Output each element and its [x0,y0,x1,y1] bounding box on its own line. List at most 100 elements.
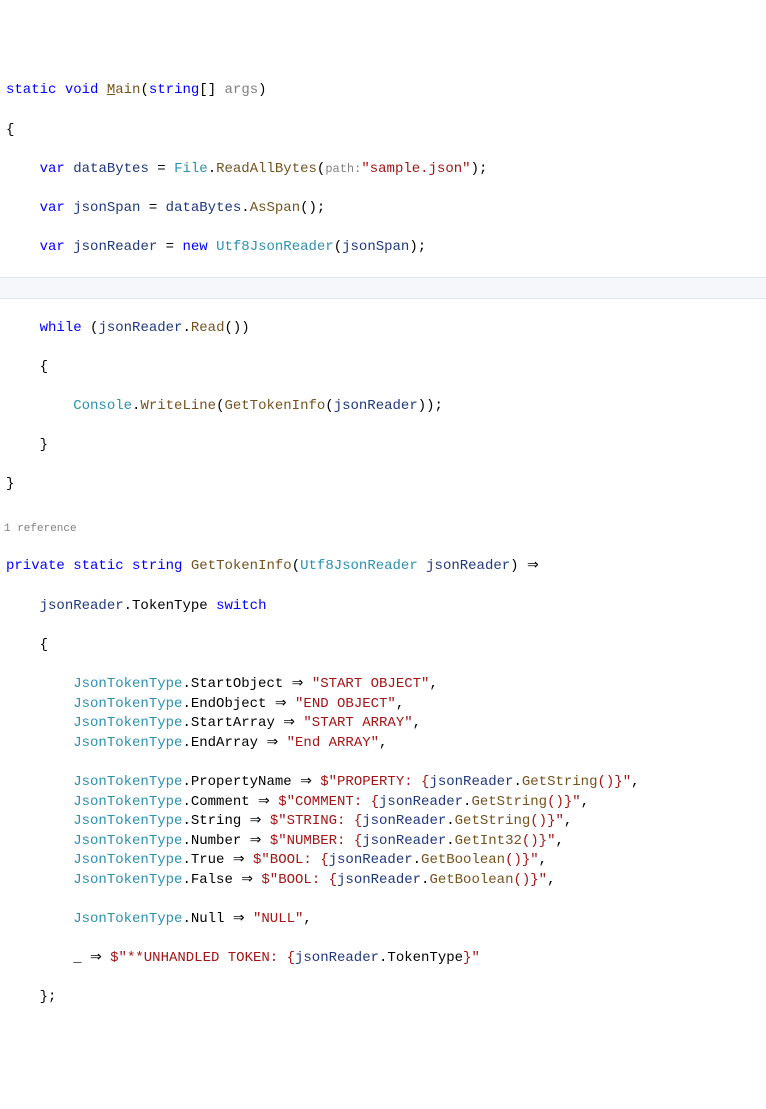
code-line[interactable]: JsonTokenType.Comment ⇒ $"COMMENT: {json… [0,793,766,813]
string-literal: "End ARRAY" [287,735,379,751]
type: Utf8JsonReader [300,558,418,574]
local-var: jsonReader [429,774,513,790]
code-line[interactable]: JsonTokenType.EndArray ⇒ "End ARRAY", [0,734,766,754]
string-literal: }" [463,950,480,966]
parameter: jsonReader [426,558,510,574]
enum-member: PropertyName [191,774,292,790]
method: GetString [455,813,531,829]
string-literal: $"STRING: { [270,813,362,829]
string-literal: ()}" [505,852,539,868]
local-var: jsonReader [73,239,157,255]
parameter: args [225,82,259,98]
method: GetTokenInfo [224,398,325,414]
local-var: jsonReader [40,598,124,614]
local-var: jsonSpan [73,200,140,216]
local-var: jsonSpan [342,239,409,255]
enum-member: Null [191,911,225,927]
code-line[interactable]: { [0,636,766,656]
code-line[interactable]: { [0,358,766,378]
code-line[interactable]: jsonReader.TokenType switch [0,597,766,617]
code-line[interactable]: JsonTokenType.StartArray ⇒ "START ARRAY"… [0,714,766,734]
method: AsSpan [250,200,300,216]
type: JsonTokenType [73,696,182,712]
string-literal: $"NUMBER: { [270,833,362,849]
code-line[interactable]: while (jsonReader.Read()) [0,319,766,339]
string-literal: ()}" [522,833,556,849]
code-line[interactable]: JsonTokenType.StartObject ⇒ "START OBJEC… [0,675,766,695]
local-var: jsonReader [98,320,182,336]
keyword: var [40,239,65,255]
method: ReadAllBytes [216,161,317,177]
method: GetBoolean [421,852,505,868]
code-line-current[interactable] [0,277,766,299]
enum-member: False [191,872,233,888]
method: GetBoolean [429,872,513,888]
type: JsonTokenType [73,676,182,692]
type: JsonTokenType [73,813,182,829]
local-var: dataBytes [73,161,149,177]
string-literal: "NULL" [253,911,303,927]
code-line[interactable]: JsonTokenType.EndObject ⇒ "END OBJECT", [0,695,766,715]
code-line[interactable]: var dataBytes = File.ReadAllBytes(path:"… [0,160,766,180]
code-line[interactable]: private static string GetTokenInfo(Utf8J… [0,557,766,577]
code-line[interactable]: { [0,121,766,141]
local-var: jsonReader [295,950,379,966]
string-literal: ()}" [547,794,581,810]
code-line[interactable]: var jsonSpan = dataBytes.AsSpan(); [0,199,766,219]
code-line[interactable]: JsonTokenType.True ⇒ $"BOOL: {jsonReader… [0,851,766,871]
code-line[interactable]: JsonTokenType.Number ⇒ $"NUMBER: {jsonRe… [0,832,766,852]
inline-hint: path: [325,162,361,176]
type: JsonTokenType [73,794,182,810]
local-var: jsonReader [334,398,418,414]
type: File [174,161,208,177]
code-line[interactable]: JsonTokenType.False ⇒ $"BOOL: {jsonReade… [0,871,766,891]
string-literal: ()}" [530,813,564,829]
enum-member: EndObject [191,696,267,712]
keyword: static [73,558,123,574]
local-var: jsonReader [362,813,446,829]
local-var: dataBytes [166,200,242,216]
enum-member: StartObject [191,676,283,692]
method: GetString [471,794,547,810]
keyword: switch [216,598,266,614]
local-var: jsonReader [379,794,463,810]
keyword: var [40,161,65,177]
string-literal: $"BOOL: { [261,872,337,888]
keyword: private [6,558,65,574]
string-literal: $"COMMENT: { [278,794,379,810]
type: JsonTokenType [73,715,182,731]
enum-member: True [191,852,225,868]
code-line[interactable]: } [0,475,766,495]
code-line[interactable]: JsonTokenType.PropertyName ⇒ $"PROPERTY:… [0,773,766,793]
type: string [149,82,199,98]
code-line[interactable]: JsonTokenType.String ⇒ $"STRING: {jsonRe… [0,812,766,832]
string-literal: "START OBJECT" [312,676,430,692]
property: TokenType [132,598,208,614]
type: JsonTokenType [73,852,182,868]
keyword: static [6,82,56,98]
string-literal: $"PROPERTY: { [320,774,429,790]
string-literal: "sample.json" [361,161,470,177]
codelens-references[interactable]: 1 reference [0,522,766,537]
code-line[interactable]: } [0,436,766,456]
method: GetString [522,774,598,790]
code-line[interactable]: static void Main(string[] args) [0,81,766,101]
string-literal: ()}" [513,872,547,888]
enum-member: Comment [191,794,250,810]
method: GetInt32 [455,833,522,849]
code-line[interactable]: var jsonReader = new Utf8JsonReader(json… [0,238,766,258]
method-name: Main [107,82,141,98]
keyword: new [182,239,207,255]
string-literal: $"BOOL: { [253,852,329,868]
string-literal: ()}" [597,774,631,790]
enum-member: String [191,813,241,829]
code-line[interactable]: Console.WriteLine(GetTokenInfo(jsonReade… [0,397,766,417]
enum-member: EndArray [191,735,258,751]
code-line[interactable]: _ ⇒ $"**UNHANDLED TOKEN: {jsonReader.Tok… [0,949,766,969]
code-line[interactable]: JsonTokenType.Null ⇒ "NULL", [0,910,766,930]
type: Console [73,398,132,414]
type: JsonTokenType [73,735,182,751]
keyword: string [132,558,182,574]
method-name: GetTokenInfo [191,558,292,574]
code-line[interactable]: }; [0,988,766,1008]
